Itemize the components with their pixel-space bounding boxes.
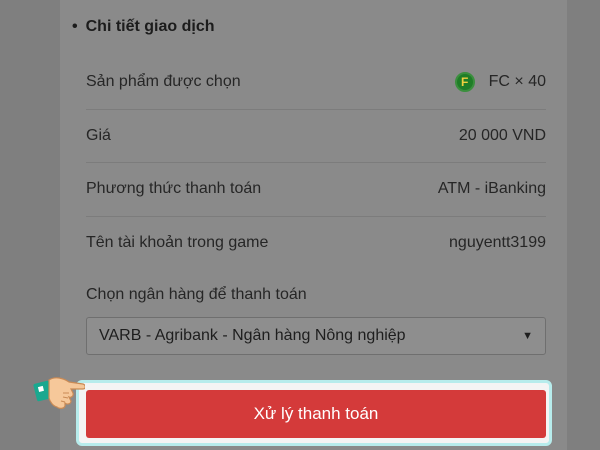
row-label: Sản phẩm được chọn <box>86 72 241 90</box>
row-price: Giá 20 000 VND <box>86 109 546 162</box>
fc-coin-icon: F <box>454 71 475 92</box>
row-label: Tên tài khoản trong game <box>86 233 269 251</box>
section-title: • Chi tiết giao dịch <box>72 18 215 36</box>
row-payment-method: Phương thức thanh toán ATM - iBanking <box>86 162 546 215</box>
row-selected-product: Sản phẩm được chọn F FC × 40 <box>86 55 546 108</box>
row-value: F FC × 40 <box>454 71 546 92</box>
account-name-value: nguyentt3199 <box>449 233 546 251</box>
price-value: 20 000 VND <box>458 126 546 144</box>
payment-method-value: ATM - iBanking <box>437 179 546 197</box>
bank-select[interactable]: VARB - Agribank - Ngân hàng Nông nghiệp … <box>86 317 546 355</box>
process-payment-button[interactable]: Xử lý thanh toán <box>86 390 546 438</box>
product-value: FC × 40 <box>488 72 546 90</box>
row-account-name: Tên tài khoản trong game nguyentt3199 <box>86 216 546 269</box>
pointing-hand-icon <box>33 377 85 409</box>
row-label: Giá <box>86 126 111 144</box>
bank-selected-value: VARB - Agribank - Ngân hàng Nông nghiệp <box>99 327 406 344</box>
section-bullet: • <box>72 18 78 35</box>
section-title-text: Chi tiết giao dịch <box>85 18 215 35</box>
bank-select-label: Chọn ngân hàng để thanh toán <box>86 286 307 303</box>
row-label: Phương thức thanh toán <box>86 179 262 197</box>
chevron-down-icon[interactable]: ▼ <box>522 330 533 342</box>
